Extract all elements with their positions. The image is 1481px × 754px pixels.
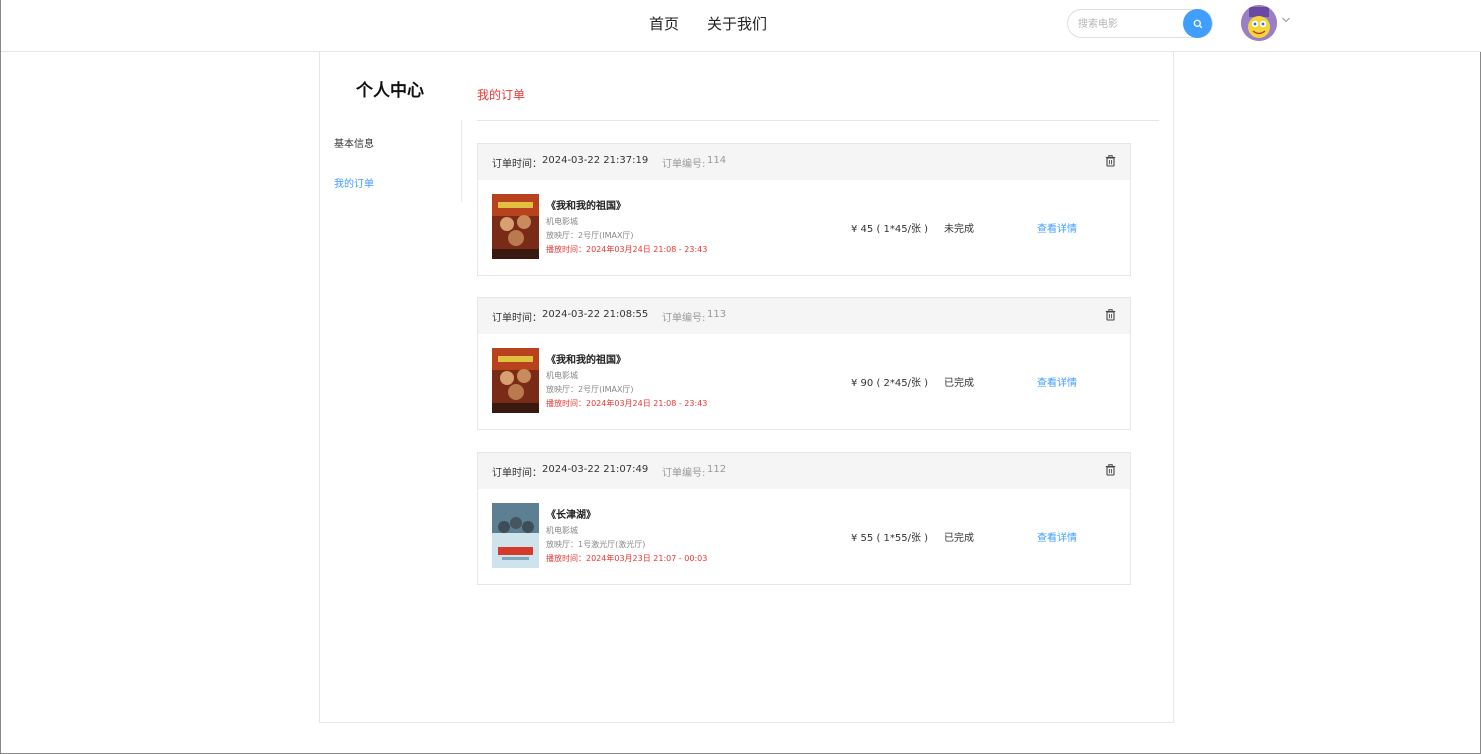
cinema-name: 机电影城: [546, 371, 578, 380]
sidebar-title: 个人中心: [356, 81, 424, 101]
trash-icon[interactable]: [1105, 309, 1116, 321]
order-status: 已完成: [944, 533, 974, 544]
divider: [477, 120, 1159, 121]
order-time: 2024-03-22 21:08:55: [542, 309, 649, 320]
view-details-link[interactable]: 查看详情: [1037, 529, 1077, 544]
nav-about[interactable]: 关于我们: [707, 13, 767, 34]
order-card: 订单时间： 2024-03-22 21:37:19 订单编号: 114 《我和我…: [477, 143, 1131, 276]
order-header: 订单时间： 2024-03-22 21:08:55 订单编号: 113: [478, 298, 1130, 334]
order-time-label: 订单时间：: [492, 159, 542, 170]
movie-title: 《我和我的祖国》: [546, 355, 626, 366]
movie-poster[interactable]: [492, 503, 539, 568]
search-button[interactable]: [1183, 9, 1212, 38]
hall-name: 放映厅：2号厅(IMAX厅): [546, 231, 634, 240]
order-no: 112: [707, 464, 727, 475]
order-no-label: 订单编号:: [662, 468, 706, 479]
movie-poster[interactable]: [492, 348, 539, 413]
movie-title: 《我和我的祖国》: [546, 201, 626, 212]
user-avatar[interactable]: [1241, 5, 1277, 41]
order-header: 订单时间： 2024-03-22 21:07:49 订单编号: 112: [478, 453, 1130, 489]
hall-name: 放映厅：1号激光厅(激光厅): [546, 540, 646, 549]
show-time: 播放时间：2024年03月24日 21:08 - 23:43: [546, 399, 708, 408]
show-time: 播放时间：2024年03月23日 21:07 - 00:03: [546, 554, 708, 563]
order-time-label: 订单时间：: [492, 468, 542, 479]
movie-title: 《长津湖》: [546, 510, 596, 521]
view-details-link[interactable]: 查看详情: [1037, 220, 1077, 235]
avatar-image: [1241, 5, 1277, 41]
order-card: 订单时间： 2024-03-22 21:08:55 订单编号: 113 《我和我…: [477, 297, 1131, 430]
search-input[interactable]: [1078, 15, 1178, 33]
cinema-name: 机电影城: [546, 526, 578, 535]
order-no: 114: [707, 155, 727, 166]
order-time: 2024-03-22 21:37:19: [542, 155, 649, 166]
order-time-label: 订单时间：: [492, 313, 542, 324]
sidebar-menu: 基本信息 我的订单: [320, 120, 462, 202]
order-no-label: 订单编号:: [662, 313, 706, 324]
order-price: ¥ 55 ( 1*55/张 ): [851, 533, 929, 544]
movie-poster[interactable]: [492, 194, 539, 259]
order-header: 订单时间： 2024-03-22 21:37:19 订单编号: 114: [478, 144, 1130, 180]
nav-home[interactable]: 首页: [649, 13, 679, 34]
trash-icon[interactable]: [1105, 464, 1116, 476]
personal-center-panel: 个人中心 基本信息 我的订单 我的订单 订单时间： 2024-03-22 21:…: [319, 52, 1174, 723]
order-status: 未完成: [944, 224, 974, 235]
search-icon: [1193, 19, 1202, 28]
section-title: 我的订单: [477, 88, 526, 102]
order-no-label: 订单编号:: [662, 159, 706, 170]
trash-icon[interactable]: [1105, 155, 1116, 167]
view-details-link[interactable]: 查看详情: [1037, 374, 1077, 389]
order-status: 已完成: [944, 378, 974, 389]
top-navbar: 首页 关于我们: [1, 0, 1481, 52]
order-no: 113: [707, 309, 727, 320]
chevron-down-icon[interactable]: [1281, 16, 1291, 24]
sidebar-item-basic-info[interactable]: 基本信息: [334, 135, 374, 150]
order-time: 2024-03-22 21:07:49: [542, 464, 649, 475]
main-nav: 首页 关于我们: [649, 13, 767, 34]
sidebar-item-my-orders[interactable]: 我的订单: [334, 175, 374, 190]
search-box: [1067, 9, 1213, 38]
hall-name: 放映厅：2号厅(IMAX厅): [546, 385, 634, 394]
show-time: 播放时间：2024年03月24日 21:08 - 23:43: [546, 245, 708, 254]
order-price: ¥ 45 ( 1*45/张 ): [851, 224, 929, 235]
cinema-name: 机电影城: [546, 217, 578, 226]
order-price: ¥ 90 ( 2*45/张 ): [851, 378, 929, 389]
order-card: 订单时间： 2024-03-22 21:07:49 订单编号: 112 《长津湖…: [477, 452, 1131, 585]
